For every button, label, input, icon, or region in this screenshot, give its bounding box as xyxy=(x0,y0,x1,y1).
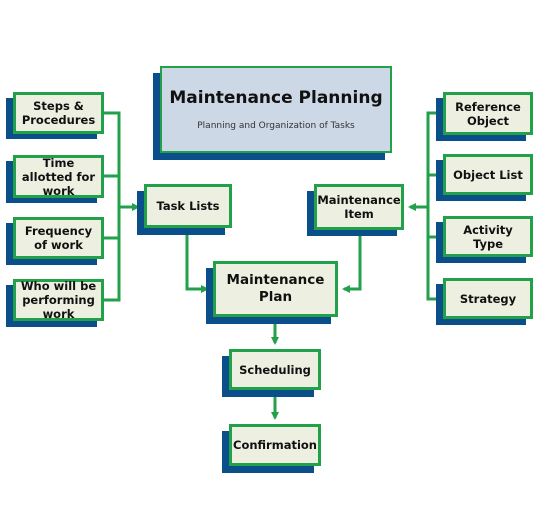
scheduling-box: Scheduling xyxy=(229,349,321,390)
strategy-box: Strategy xyxy=(443,278,533,319)
maintenance-item-box: Maintenance Item xyxy=(314,184,404,230)
object-list-box: Object List xyxy=(443,154,533,195)
diagram-title: Maintenance Planning xyxy=(169,87,383,108)
diagram-subtitle: Planning and Organization of Tasks xyxy=(197,120,355,131)
steps-procedures-box: Steps & Procedures xyxy=(13,92,104,134)
connector-item-to-plan xyxy=(342,230,362,293)
reference-object-box: Reference Object xyxy=(443,92,533,135)
time-allotted-box: Time allotted for work xyxy=(13,155,104,198)
task-lists-box: Task Lists xyxy=(144,184,232,228)
activity-type-box: Activity Type xyxy=(443,216,533,257)
who-performing-box: Who will be performing work xyxy=(13,279,104,321)
frequency-box: Frequency of work xyxy=(13,217,104,259)
connector-tasklists-to-plan xyxy=(185,228,209,293)
maintenance-plan-box: Maintenance Plan xyxy=(213,261,338,317)
title-box: Maintenance Planning Planning and Organi… xyxy=(160,66,392,153)
connector-steps xyxy=(104,111,121,302)
confirmation-box: Confirmation xyxy=(229,424,321,466)
